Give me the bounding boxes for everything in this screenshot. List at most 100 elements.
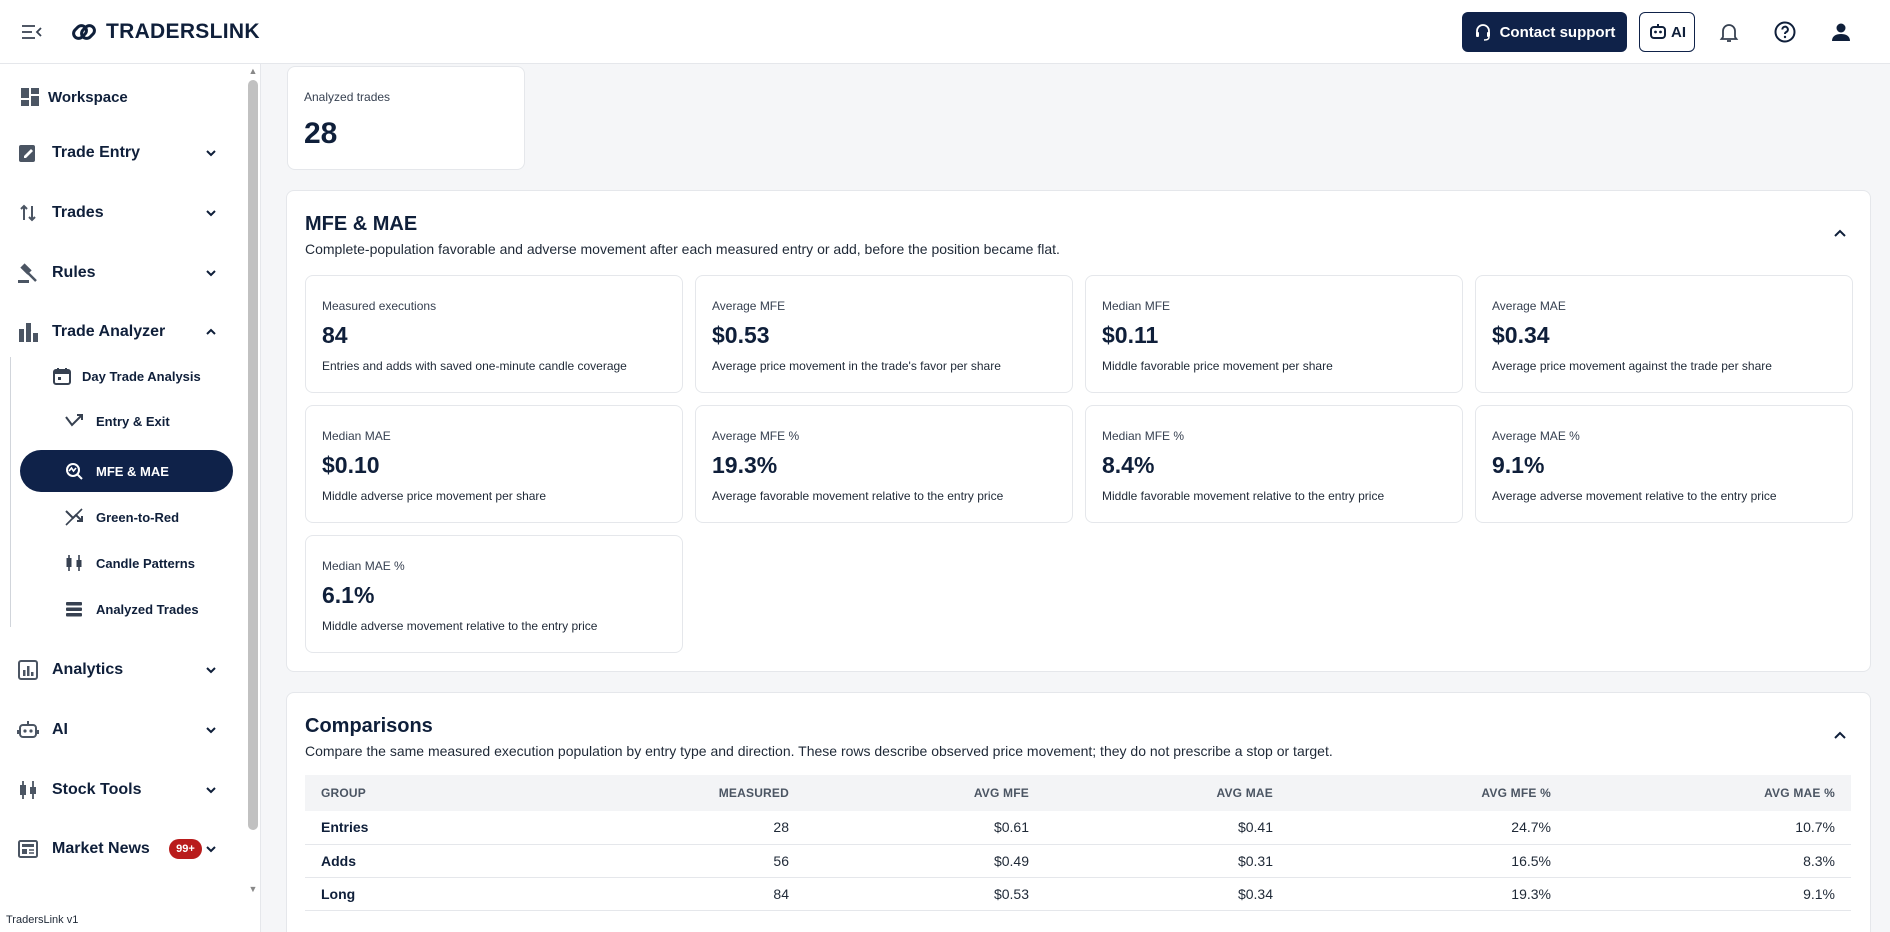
gavel-icon (18, 263, 37, 283)
query-stats-icon (66, 463, 83, 480)
chevron-down-icon (206, 150, 216, 157)
metric-card: Average MFE $0.53 Average price movement… (695, 275, 1073, 393)
table-cell: Entries (305, 811, 565, 845)
trending-down-icon (65, 508, 83, 526)
sidebar-subitem-analyzed-trades[interactable]: Analyzed Trades (20, 588, 233, 630)
metric-value: 6.1% (322, 582, 375, 608)
candlestick-icon (20, 781, 36, 799)
metric-card: Average MFE % 19.3% Average favorable mo… (695, 405, 1073, 523)
chevron-up-icon[interactable] (1832, 225, 1848, 241)
sidebar-item-stock-tools[interactable]: Stock Tools (0, 767, 240, 813)
table-cell: 10.7% (1567, 811, 1851, 845)
panel-description: Compare the same measured execution popu… (305, 743, 1333, 759)
sidebar-subitem-label: Candle Patterns (96, 555, 195, 571)
table-cell: $0.49 (805, 844, 1045, 878)
calendar-icon (53, 368, 71, 385)
robot-icon (17, 721, 39, 738)
chevron-down-icon (206, 270, 216, 277)
sidebar-item-label: Rules (52, 264, 96, 281)
metric-description: Average adverse movement relative to the… (1492, 489, 1777, 503)
robot-icon (1650, 24, 1666, 39)
comparisons-panel: Comparisons Compare the same measured ex… (286, 692, 1871, 932)
ai-button[interactable]: AI (1639, 12, 1695, 52)
metric-description: Average favorable movement relative to t… (712, 489, 1004, 503)
menu-collapse-icon[interactable] (20, 21, 44, 43)
link-icon (72, 24, 96, 40)
metric-card: Measured executions 84 Entries and adds … (305, 275, 683, 393)
table-row: Long 84 $0.53 $0.34 19.3% 9.1% (305, 877, 1851, 911)
sidebar-subitem-label: Green-to-Red (96, 509, 180, 525)
comparisons-table: GROUP MEASURED AVG MFE AVG MAE AVG MFE %… (305, 775, 1851, 911)
metric-value: 19.3% (712, 452, 778, 478)
column-header: MEASURED (565, 775, 805, 811)
metric-value: $0.53 (712, 322, 770, 348)
table-cell: 28 (565, 811, 805, 845)
sidebar-subitem-entry-exit[interactable]: Entry & Exit (20, 400, 233, 442)
metric-card: Average MAE $0.34 Average price movement… (1475, 275, 1853, 393)
sidebar-item-ai[interactable]: AI (0, 707, 240, 753)
sidebar-subitem-candle-patterns[interactable]: Candle Patterns (20, 542, 233, 584)
sidebar-item-analytics[interactable]: Analytics (0, 647, 240, 693)
mfe-mae-panel: MFE & MAE Complete-population favorable … (286, 190, 1871, 672)
table-cell: 24.7% (1289, 811, 1567, 845)
metric-label: Median MFE (1102, 299, 1171, 313)
column-header: AVG MFE % (1289, 775, 1567, 811)
sidebar-item-trade-entry[interactable]: Trade Entry (0, 130, 240, 176)
table-cell: $0.61 (805, 811, 1045, 845)
column-header: AVG MFE (805, 775, 1045, 811)
bar-chart-icon (19, 323, 38, 342)
sidebar-subitem-day-trade-analysis[interactable]: Day Trade Analysis (20, 355, 233, 397)
table-cell: 8.3% (1567, 844, 1851, 878)
list-icon (66, 602, 82, 617)
account-icon[interactable] (1829, 20, 1853, 44)
metric-label: Median MAE % (322, 559, 405, 573)
sidebar-item-label: Trade Entry (52, 144, 141, 161)
metric-description: Middle adverse movement relative to the … (322, 619, 598, 633)
contact-support-button[interactable]: Contact support (1462, 12, 1627, 52)
chevron-down-icon (206, 787, 216, 794)
chevron-down-icon (206, 727, 216, 734)
brand-logo[interactable]: TRADERSLINK (70, 18, 260, 46)
sidebar-subitem-mfe-mae[interactable]: MFE & MAE (20, 450, 233, 492)
scroll-down-arrow[interactable]: ▼ (247, 884, 259, 894)
metric-value: 8.4% (1102, 452, 1155, 478)
sidebar-item-label: Workspace (48, 88, 128, 106)
sidebar-item-trades[interactable]: Trades (0, 190, 240, 236)
newspaper-icon (18, 840, 38, 858)
metric-card: Median MFE % 8.4% Middle favorable movem… (1085, 405, 1463, 523)
swap-vertical-icon (20, 204, 36, 222)
metric-value: $0.34 (1492, 322, 1550, 348)
metric-label: Average MAE (1492, 299, 1566, 313)
merge-arrow-icon (65, 414, 83, 427)
table-cell: $0.53 (805, 877, 1045, 911)
metric-label: Measured executions (322, 299, 437, 313)
metric-description: Middle favorable movement relative to th… (1102, 489, 1385, 503)
sidebar-scrollbar-thumb[interactable] (248, 80, 258, 830)
metric-description: Middle favorable price movement per shar… (1102, 359, 1333, 373)
metric-label: Average MFE (712, 299, 786, 313)
metric-label: Median MFE % (1102, 429, 1185, 443)
sidebar-subitem-green-to-red[interactable]: Green-to-Red (20, 496, 233, 538)
table-cell: 9.1% (1567, 877, 1851, 911)
sidebar-item-rules[interactable]: Rules (0, 250, 240, 296)
metric-value: 84 (322, 322, 348, 348)
scroll-up-arrow[interactable]: ▲ (247, 66, 259, 76)
sidebar-item-market-news[interactable]: Market News 99+ (0, 826, 240, 872)
metric-label: Median MAE (322, 429, 391, 443)
sidebar-item-workspace[interactable]: Workspace (0, 74, 240, 120)
sidebar-item-trade-analyzer[interactable]: Trade Analyzer (0, 309, 240, 355)
sidebar-item-label: Trades (52, 204, 104, 221)
column-header: AVG MAE % (1567, 775, 1851, 811)
table-row: Entries 28 $0.61 $0.41 24.7% 10.7% (305, 811, 1851, 845)
chevron-up-icon[interactable] (1832, 727, 1848, 743)
help-icon[interactable] (1773, 20, 1797, 44)
bell-icon[interactable] (1717, 20, 1741, 44)
metric-label: Average MAE % (1492, 429, 1580, 443)
contact-support-label: Contact support (1499, 23, 1616, 41)
sidebar-item-label: Market News (52, 840, 150, 857)
chevron-up-icon (206, 328, 216, 335)
panel-description: Complete-population favorable and advers… (305, 241, 1060, 257)
panel-title: Comparisons (305, 715, 433, 737)
sidebar-item-label: Stock Tools (52, 781, 142, 798)
table-cell: 19.3% (1289, 877, 1567, 911)
